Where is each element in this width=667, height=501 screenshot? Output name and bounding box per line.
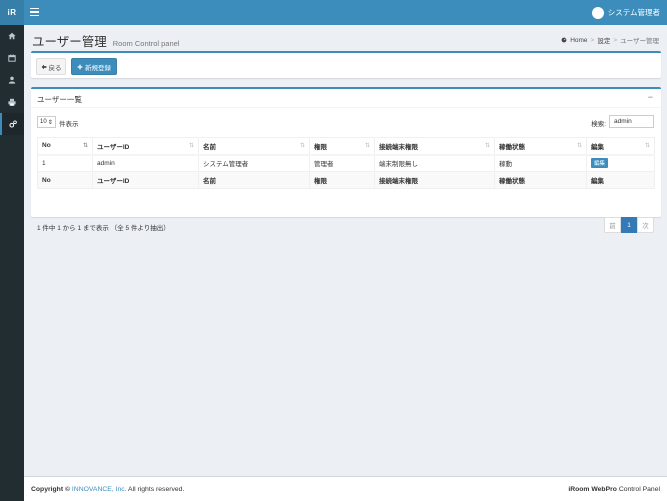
column-header-status[interactable]: 稼働状態 ⇅: [494, 137, 587, 156]
copyright: Copyright © INNOVANCE, Inc. All rights r…: [31, 486, 184, 493]
pagination: 前 1 次: [604, 217, 654, 233]
column-header-user-id[interactable]: ユーザーID ⇅: [92, 137, 199, 156]
breadcrumb: Home > 設定 > ユーザー管理: [561, 35, 659, 45]
footer-col-name: 名前: [198, 171, 310, 189]
print-icon: [8, 98, 16, 106]
sort-asc-icon: ⇅: [82, 143, 88, 149]
page-subtitle: Room Control panel: [112, 39, 180, 48]
footer-col-no: No: [37, 171, 93, 189]
sidebar-toggle-icon[interactable]: [30, 6, 39, 18]
content-wrapper: ユーザー管理 Room Control panel Home > 設定 > ユーザ…: [24, 25, 667, 476]
page-footer: Copyright © INNOVANCE, Inc. All rights r…: [24, 476, 667, 501]
top-navbar: iR システム管理者: [0, 0, 667, 25]
user-list-box: ユーザー一覧 − 10 ⇕ 件表示 検索: No⇅ ユーザーID⇅ 名前⇅ 権限…: [31, 87, 661, 233]
product-name: iRoom WebPro Control Panel: [568, 486, 660, 493]
table-row: 1 admin システム管理者 管理者 端末制限無し 稼動 編集: [37, 154, 655, 172]
arrow-left-icon: [41, 64, 46, 69]
footer-col-user-id: ユーザーID: [92, 171, 199, 189]
app-logo[interactable]: iR: [0, 0, 24, 25]
column-header-name[interactable]: 名前 ⇅: [198, 137, 310, 156]
cell-user-id: admin: [92, 154, 199, 172]
footer-col-role: 権限: [309, 171, 375, 189]
product-name-rest: Control Panel: [618, 486, 660, 493]
plus-icon: [77, 64, 83, 69]
column-header-terminal[interactable]: 接続端末権限 ⇅: [374, 137, 495, 156]
user-menu[interactable]: システム管理者: [591, 0, 660, 25]
box-title: ユーザー一覧: [37, 95, 82, 104]
page-length-value: 10: [40, 119, 47, 125]
table-info: 1 件中 1 から 1 まで表示 （全 5 件より抽出）: [37, 225, 170, 232]
pager-prev[interactable]: 前: [604, 217, 621, 233]
sidebar-item-print[interactable]: [0, 91, 24, 113]
calendar-icon: [8, 54, 16, 62]
product-name-bold: iRoom WebPro: [568, 486, 617, 493]
sort-icon: ⇅: [299, 143, 305, 149]
back-button[interactable]: 戻る: [36, 58, 66, 75]
settings-icon: [9, 120, 17, 128]
pager-next[interactable]: 次: [637, 217, 654, 233]
search-input[interactable]: [609, 115, 654, 128]
sort-icon: ⇅: [576, 143, 582, 149]
avatar: [591, 6, 604, 19]
dashboard-icon: [561, 37, 567, 43]
breadcrumb-settings[interactable]: 設定: [597, 35, 610, 45]
column-header-role[interactable]: 権限 ⇅: [309, 137, 375, 156]
cell-status: 稼動: [494, 154, 587, 172]
user-icon: [8, 76, 16, 84]
user-table: No ⇅ ユーザーID ⇅ 名前 ⇅ 権限 ⇅ 接続端末権限 ⇅ 稼働状態 ⇅ 編集 ⇅ 1 …: [37, 137, 655, 189]
box-header: ユーザー一覧 −: [31, 89, 661, 108]
footer-col-status: 稼働状態: [494, 171, 587, 189]
rights-text: All rights reserved.: [128, 486, 185, 493]
user-name: システム管理者: [607, 8, 660, 17]
sidebar-item-users[interactable]: [0, 69, 24, 91]
footer-col-terminal: 接続端末権限: [374, 171, 495, 189]
page-title-text: ユーザー管理: [32, 35, 107, 49]
sort-icon: ⇅: [484, 143, 490, 149]
breadcrumb-current: ユーザー管理: [620, 38, 659, 45]
back-button-label: 戻る: [48, 64, 62, 72]
table-header-row: No ⇅ ユーザーID ⇅ 名前 ⇅ 権限 ⇅ 接続端末権限 ⇅ 稼働状態 ⇅ 編集 ⇅: [37, 137, 655, 156]
page-title: ユーザー管理 Room Control panel: [32, 31, 179, 50]
cell-no: 1: [37, 154, 93, 172]
new-button[interactable]: 新規登録: [71, 58, 117, 75]
select-arrows-icon: ⇕: [47, 119, 53, 126]
search-label: 検索:: [591, 121, 606, 128]
footer-col-edit: 編集: [586, 171, 655, 189]
action-box: 戻る 新規登録: [31, 51, 661, 78]
cell-name: システム管理者: [198, 154, 310, 172]
sort-icon: ⇅: [188, 143, 194, 149]
breadcrumb-separator: >: [590, 36, 595, 44]
sidebar-item-settings[interactable]: [0, 113, 24, 135]
page-length-select[interactable]: 10 ⇕: [37, 116, 56, 128]
column-header-edit[interactable]: 編集 ⇅: [586, 137, 655, 156]
sidebar-item-calendar[interactable]: [0, 47, 24, 69]
cell-edit: 編集: [586, 154, 655, 172]
cell-terminal: 端末制限無し: [374, 154, 495, 172]
home-icon: [8, 32, 16, 40]
collapse-button[interactable]: −: [648, 93, 653, 102]
page-length-label: 件表示: [59, 121, 79, 128]
breadcrumb-separator: >: [613, 36, 618, 44]
sidebar: [0, 25, 24, 501]
cell-role: 管理者: [309, 154, 375, 172]
sort-icon: ⇅: [644, 143, 650, 149]
company-link[interactable]: INNOVANCE, Inc.: [72, 486, 127, 493]
pager-page-1[interactable]: 1: [621, 217, 637, 233]
new-button-label: 新規登録: [85, 64, 111, 72]
breadcrumb-home[interactable]: Home: [570, 37, 587, 44]
copyright-prefix: Copyright ©: [31, 486, 70, 493]
sort-icon: ⇅: [364, 143, 370, 149]
table-footer-row: No ユーザーID 名前 権限 接続端末権限 稼働状態 編集: [37, 171, 655, 189]
edit-button[interactable]: 編集: [591, 158, 609, 169]
column-header-no[interactable]: No ⇅: [37, 137, 93, 156]
sidebar-item-home[interactable]: [0, 25, 24, 47]
